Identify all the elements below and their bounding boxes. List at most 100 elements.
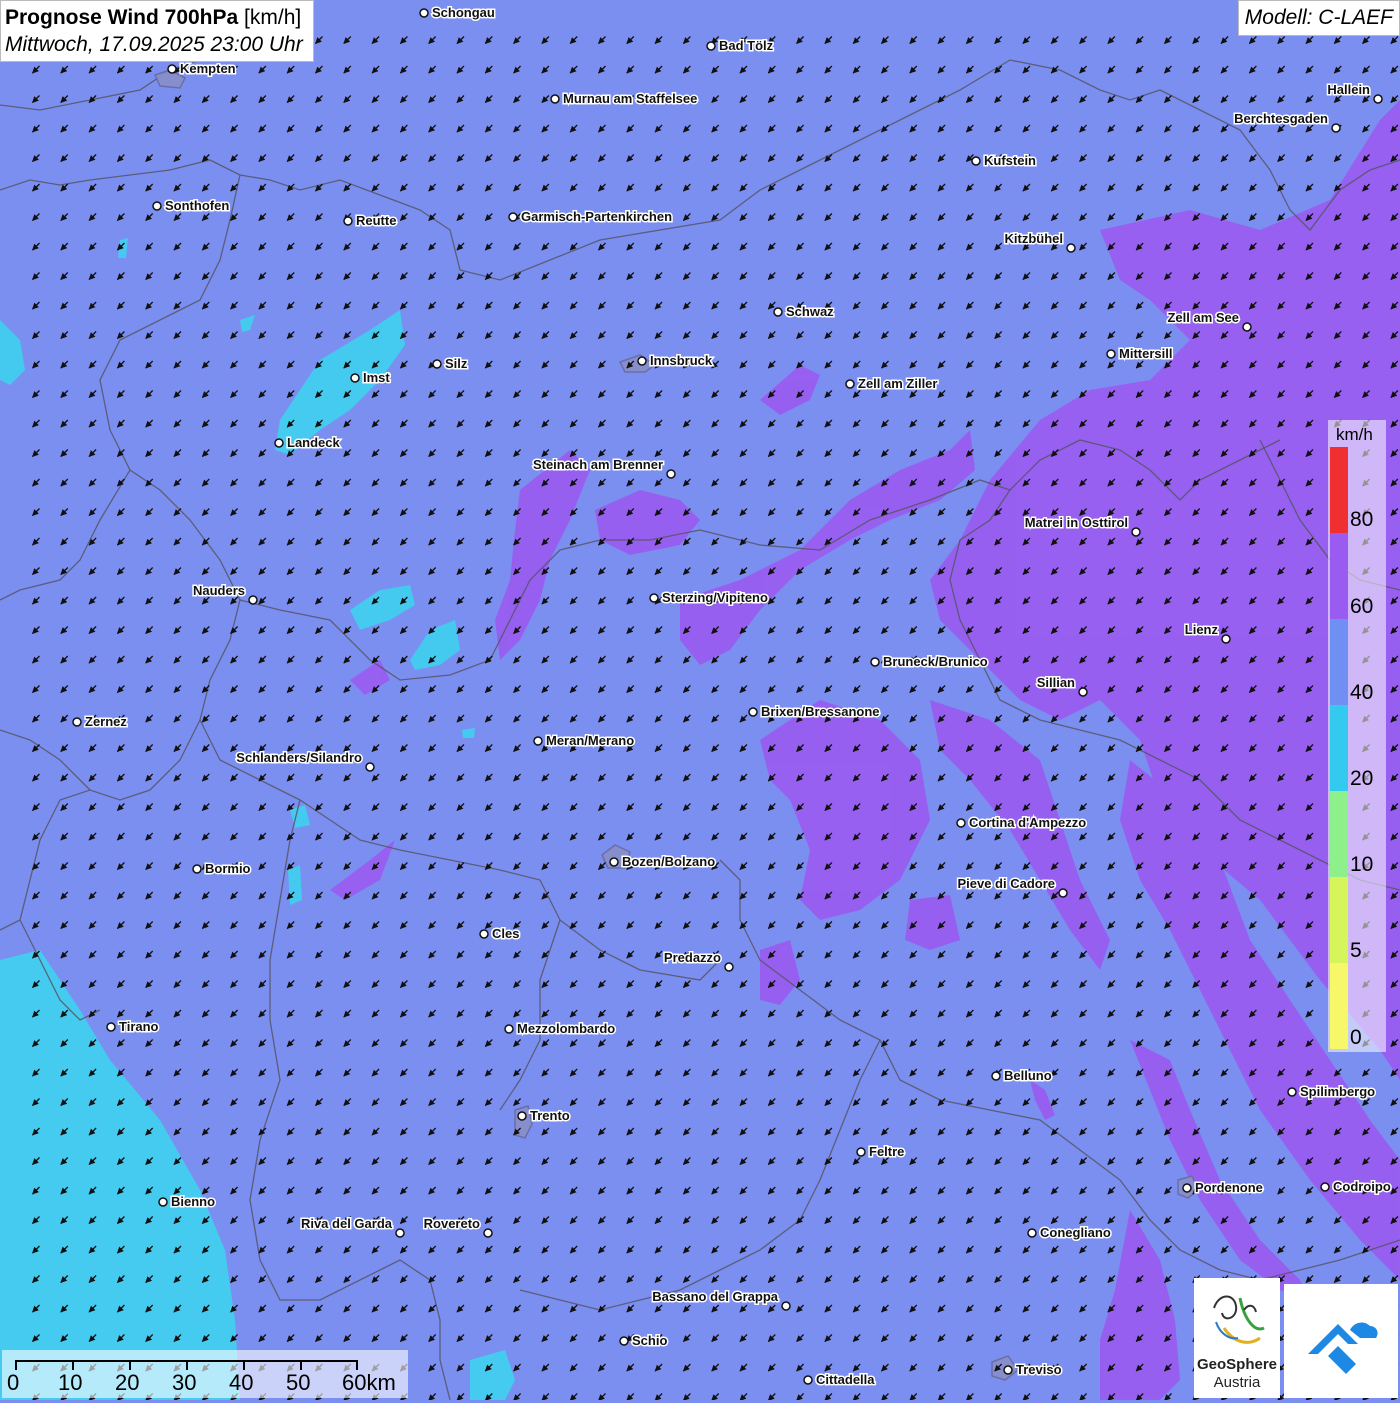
city-dot-icon — [533, 736, 543, 746]
city-label: Mezzolombardo — [517, 1021, 615, 1036]
city-marker: Bruneck/Brunico — [870, 653, 989, 671]
city-marker: Garmisch-Partenkirchen — [508, 208, 674, 226]
scale-label: 50 — [286, 1370, 311, 1395]
city-label: Cortina d'Ampezzo — [969, 815, 1086, 830]
city-dot-icon — [419, 8, 429, 18]
city-label: Predazzo — [664, 950, 721, 965]
legend-label-80: 80 — [1350, 508, 1374, 531]
scale-tick — [356, 1360, 358, 1370]
legend-band-0 — [1330, 963, 1348, 1049]
city-marker: Cortina d'Ampezzo — [956, 814, 1088, 832]
city-label: Zell am See — [1167, 310, 1239, 325]
city-label: Bassano del Grappa — [652, 1289, 778, 1304]
city-dot-icon — [991, 1071, 1001, 1081]
city-label: Sillian — [1037, 675, 1075, 690]
legend-label-0: 0 — [1350, 1026, 1362, 1049]
scale-label: 30 — [172, 1370, 197, 1395]
city-label: Schwaz — [786, 304, 834, 319]
wind-map[interactable]: Schongau Bad Tölz Kempten Murnau am Staffel… — [0, 0, 1400, 1400]
city-marker: Bozen/Bolzano — [609, 853, 717, 871]
city-label: Steinach am Brenner — [533, 457, 663, 472]
city-dot-icon — [1106, 349, 1116, 359]
city-dot-icon — [1131, 527, 1141, 537]
city-label: Imst — [363, 370, 390, 385]
city-dot-icon — [971, 156, 981, 166]
city-label: Bienno — [171, 1194, 215, 1209]
city-dot-icon — [1320, 1182, 1330, 1192]
city-dot-icon — [609, 857, 619, 867]
forecast-datetime: Mittwoch, 17.09.2025 23:00 Uhr — [5, 33, 303, 56]
city-marker: Pordenone — [1182, 1179, 1264, 1197]
legend-band-20 — [1330, 705, 1348, 791]
city-label: Bormio — [205, 861, 251, 876]
scale-tick — [15, 1360, 17, 1370]
weather-app-icon — [1308, 1322, 1378, 1374]
legend-band-40 — [1330, 619, 1348, 705]
city-dot-icon — [1182, 1183, 1192, 1193]
city-dot-icon — [666, 469, 676, 479]
city-dot-icon — [706, 41, 716, 51]
scale-label: 40 — [229, 1370, 254, 1395]
city-label: Sonthofen — [165, 198, 229, 213]
legend-band-10 — [1330, 791, 1348, 877]
legend-label-40: 40 — [1350, 681, 1374, 704]
city-label: Pieve di Cadore — [957, 876, 1055, 891]
city-label: Codroipo — [1333, 1179, 1391, 1194]
model-label: Modell: C-LAEF — [1237, 0, 1400, 36]
city-marker: Spilimbergo — [1287, 1083, 1377, 1101]
city-label: Lienz — [1185, 622, 1219, 637]
city-marker: Innsbruck — [637, 352, 714, 370]
city-label: Matrei in Osttirol — [1025, 515, 1128, 530]
city-label: Belluno — [1004, 1068, 1052, 1083]
city-dot-icon — [1287, 1087, 1297, 1097]
legend-label-5: 5 — [1350, 939, 1362, 962]
city-dot-icon — [479, 929, 489, 939]
city-label: Kempten — [180, 61, 236, 76]
city-dot-icon — [350, 373, 360, 383]
scale-bar: 0 10 20 30 40 50 60km — [2, 1350, 408, 1398]
city-label: Kufstein — [984, 153, 1036, 168]
scale-tick — [129, 1360, 131, 1370]
geosphere-country: Austria — [1213, 1374, 1261, 1391]
city-dot-icon — [517, 1111, 527, 1121]
city-label: Sterzing/Vipiteno — [662, 590, 768, 605]
map-title-unit: [km/h] — [238, 6, 302, 29]
legend-label-10: 10 — [1350, 853, 1374, 876]
city-marker: Sonthofen — [152, 197, 231, 215]
geosphere-emblem-icon — [1213, 1295, 1265, 1344]
city-dot-icon — [748, 707, 758, 717]
city-label: Cittadella — [816, 1372, 875, 1387]
city-label: Meran/Merano — [546, 733, 634, 748]
map-title: Prognose Wind 700hPa [km/h] — [5, 4, 303, 31]
city-dot-icon — [504, 1024, 514, 1034]
city-label: Bozen/Bolzano — [622, 854, 715, 869]
geosphere-logo[interactable]: GeoSphere Austria — [1194, 1278, 1280, 1398]
city-dot-icon — [167, 64, 177, 74]
city-marker: Brixen/Bressanone — [748, 703, 881, 721]
city-dot-icon — [106, 1022, 116, 1032]
city-dot-icon — [158, 1197, 168, 1207]
city-dot-icon — [192, 864, 202, 874]
city-dot-icon — [1221, 634, 1231, 644]
city-label: Conegliano — [1040, 1225, 1111, 1240]
city-label: Rovereto — [424, 1216, 480, 1231]
city-label: Tirano — [119, 1019, 159, 1034]
city-dot-icon — [637, 356, 647, 366]
legend-label-20: 20 — [1350, 767, 1374, 790]
city-dot-icon — [72, 717, 82, 727]
app-logo[interactable] — [1284, 1284, 1398, 1398]
city-dot-icon — [395, 1228, 405, 1238]
scale-tick — [243, 1360, 245, 1370]
map-title-main: Prognose Wind 700hPa — [5, 6, 239, 29]
city-marker: Conegliano — [1027, 1224, 1112, 1242]
city-dot-icon — [343, 216, 353, 226]
city-dot-icon — [1066, 243, 1076, 253]
city-dot-icon — [956, 818, 966, 828]
city-dot-icon — [619, 1336, 629, 1346]
city-dot-icon — [508, 212, 518, 222]
city-marker: Murnau am Staffelsee — [550, 90, 699, 108]
scale-tick — [300, 1360, 302, 1370]
city-dot-icon — [152, 201, 162, 211]
scale-label: 20 — [115, 1370, 140, 1395]
geosphere-name: GeoSphere — [1196, 1356, 1278, 1373]
